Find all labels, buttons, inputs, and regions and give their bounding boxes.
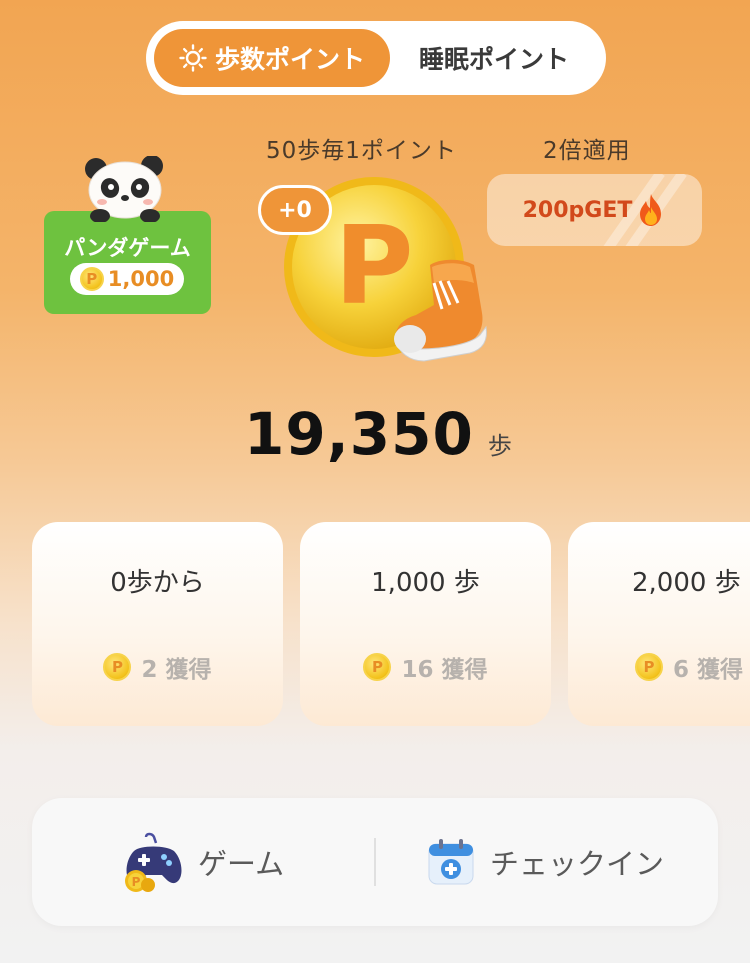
milestone-reward-text: 6 獲得 — [673, 657, 744, 683]
milestone-reward: P 2 獲得 — [32, 650, 283, 684]
milestone-title: 1,000 歩 — [371, 568, 480, 598]
gamepad-icon: P — [125, 832, 182, 892]
tab-sleep-points[interactable]: 睡眠ポイント — [390, 29, 598, 87]
checkin-button[interactable]: チェックイン — [426, 798, 664, 926]
point-coin-icon: P — [363, 653, 392, 681]
milestone-title: 0歩から — [110, 568, 205, 598]
divider — [374, 838, 376, 886]
milestone-title: 2,000 歩 — [632, 568, 741, 598]
panda-icon — [85, 156, 163, 222]
sneaker-icon — [394, 259, 487, 362]
step-count: 19,350 歩 — [244, 400, 512, 480]
sun-icon — [179, 44, 207, 72]
milestone-reward: P 16 獲得 — [300, 650, 551, 684]
bonus-badge[interactable]: 200pGET — [487, 174, 702, 246]
tab-step-points[interactable]: 歩数ポイント — [154, 29, 390, 87]
milestone-reward-text: 2 獲得 — [141, 657, 212, 683]
game-button-label: ゲーム — [198, 847, 285, 881]
point-coin-icon: P — [79, 267, 104, 291]
panda-game-coins: P 1,000 — [70, 263, 184, 295]
bottom-action-bar: P ゲーム チェックイン — [32, 798, 718, 926]
bonus-multiplier-label: 2倍適用 — [543, 138, 631, 164]
milestone-reward: P 6 獲得 — [635, 650, 743, 684]
milestone-card[interactable]: 1,000 歩 P 16 獲得 — [300, 522, 551, 726]
milestone-card[interactable]: 2,000 歩 P 6 獲得 — [568, 522, 750, 726]
calendar-check-icon — [428, 839, 474, 885]
fire-icon — [640, 194, 662, 226]
checkin-button-label: チェックイン — [490, 847, 665, 881]
points-gained-badge: +0 — [258, 185, 332, 235]
bonus-badge-text: 200pGET — [522, 197, 633, 223]
mode-tab-bar: 歩数ポイント 睡眠ポイント — [146, 21, 606, 95]
milestone-reward-text: 16 獲得 — [401, 657, 488, 683]
panda-game-card[interactable]: パンダゲーム P 1,000 — [44, 211, 211, 314]
game-button[interactable]: P ゲーム — [122, 798, 284, 926]
panda-game-title: パンダゲーム — [64, 236, 191, 260]
milestone-card[interactable]: 0歩から P 2 獲得 — [32, 522, 283, 726]
svg-text:P: P — [132, 875, 141, 889]
tab-step-points-label: 歩数ポイント — [214, 45, 365, 74]
step-count-value: 19,350 — [244, 400, 474, 468]
point-coin-icon: P — [635, 653, 663, 681]
panda-game-coin-amount: 1,000 — [107, 267, 175, 291]
point-coin-icon: P — [103, 653, 132, 681]
step-rate-label: 50歩毎1ポイント — [266, 138, 457, 164]
tab-sleep-points-label: 睡眠ポイント — [418, 45, 569, 74]
step-count-unit: 歩 — [487, 432, 512, 460]
